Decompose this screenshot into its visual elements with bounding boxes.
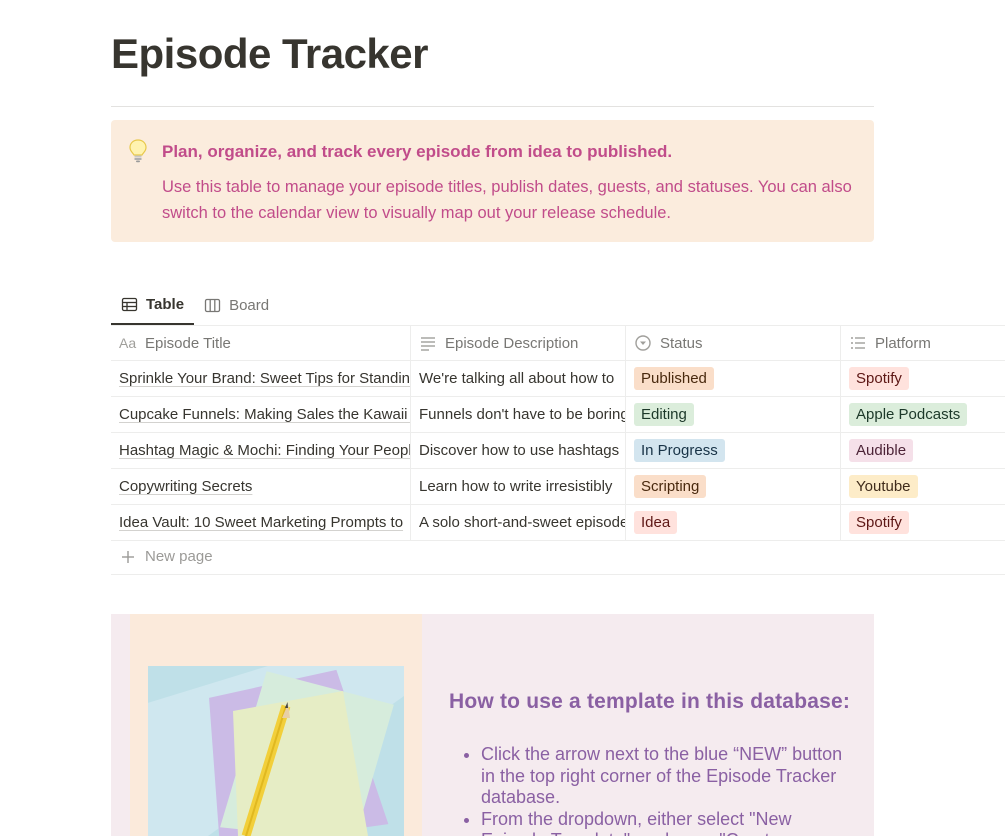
status-tag: Scripting xyxy=(634,475,707,498)
platform-tag: Spotify xyxy=(849,367,909,390)
episode-description-cell[interactable]: Funnels don't have to be boring xyxy=(411,397,626,432)
tab-board-label: Board xyxy=(229,296,270,314)
tab-table-label: Table xyxy=(146,295,185,313)
table-icon xyxy=(121,297,138,311)
episode-title[interactable]: Hashtag Magic & Mochi: Finding Your Peop… xyxy=(119,442,410,459)
episode-title[interactable]: Sprinkle Your Brand: Sweet Tips for Stan… xyxy=(119,370,410,387)
platform-cell[interactable]: Spotify xyxy=(841,361,1005,396)
title-divider xyxy=(111,106,874,107)
status-cell[interactable]: In Progress xyxy=(626,433,841,468)
new-page-label: New page xyxy=(145,548,213,565)
column-header-label: Episode Description xyxy=(445,334,579,352)
episode-title[interactable]: Idea Vault: 10 Sweet Marketing Prompts t… xyxy=(119,514,403,531)
status-tag: Editing xyxy=(634,403,694,426)
platform-cell[interactable]: Spotify xyxy=(841,505,1005,540)
status-tag: Idea xyxy=(634,511,678,534)
column-header-label: Episode Title xyxy=(145,334,231,352)
lightbulb-icon xyxy=(129,139,147,163)
table-row[interactable]: Sprinkle Your Brand: Sweet Tips for Stan… xyxy=(111,361,1005,397)
view-tabs: Table Board xyxy=(111,288,279,325)
episode-description: We're talking all about how to xyxy=(419,370,615,387)
platform-tag: Audible xyxy=(849,439,914,462)
howto-title: How to use a template in this database: xyxy=(449,690,851,713)
column-header-platform[interactable]: Platform xyxy=(841,326,1005,360)
status-tag: In Progress xyxy=(634,439,725,462)
column-header-label: Platform xyxy=(875,334,931,352)
status-cell[interactable]: Idea xyxy=(626,505,841,540)
episode-title-cell[interactable]: Idea Vault: 10 Sweet Marketing Prompts t… xyxy=(111,505,411,540)
status-cell[interactable]: Scripting xyxy=(626,469,841,504)
callout-block: Plan, organize, and track every episode … xyxy=(111,120,874,242)
list-icon xyxy=(851,337,865,349)
platform-cell[interactable]: Youtube xyxy=(841,469,1005,504)
status-cell[interactable]: Published xyxy=(626,361,841,396)
tab-table[interactable]: Table xyxy=(111,288,195,325)
plus-icon xyxy=(122,550,134,563)
howto-section: How to use a template in this database: … xyxy=(111,614,874,836)
callout-heading: Plan, organize, and track every episode … xyxy=(162,142,673,161)
title-property-icon: Aa xyxy=(119,335,137,351)
howto-list: Click the arrow next to the blue “NEW” b… xyxy=(481,744,851,836)
column-header-status[interactable]: Status xyxy=(626,326,841,360)
episode-description: A solo short-and-sweet episode xyxy=(419,514,626,531)
episode-title-cell[interactable]: Copywriting Secrets xyxy=(111,469,411,504)
table-header-row: Aa Episode Title Episode Description Sta… xyxy=(111,325,1005,361)
new-page-button[interactable]: New page xyxy=(111,539,1005,575)
episode-description: Discover how to use hashtags xyxy=(419,442,620,459)
column-header-label: Status xyxy=(660,334,703,352)
episode-description-cell[interactable]: Learn how to write irresistibly xyxy=(411,469,626,504)
status-tag: Published xyxy=(634,367,714,390)
callout-body: Use this table to manage your episode ti… xyxy=(162,178,852,222)
episode-title-cell[interactable]: Cupcake Funnels: Making Sales the Kawaii… xyxy=(111,397,411,432)
episode-title-cell[interactable]: Sprinkle Your Brand: Sweet Tips for Stan… xyxy=(111,361,411,396)
status-cell[interactable]: Editing xyxy=(626,397,841,432)
episode-description-cell[interactable]: Discover how to use hashtags xyxy=(411,433,626,468)
episode-description-cell[interactable]: We're talking all about how to xyxy=(411,361,626,396)
table-row[interactable]: Idea Vault: 10 Sweet Marketing Prompts t… xyxy=(111,505,1005,541)
platform-cell[interactable]: Audible xyxy=(841,433,1005,468)
howto-item: Click the arrow next to the blue “NEW” b… xyxy=(481,744,851,809)
page-title: Episode Tracker xyxy=(111,30,429,77)
stationery-photo xyxy=(148,666,404,836)
platform-tag: Youtube xyxy=(849,475,918,498)
episode-title[interactable]: Copywriting Secrets xyxy=(119,478,252,495)
pencil-notes-illustration xyxy=(148,666,404,836)
table-row[interactable]: Copywriting Secrets Learn how to write i… xyxy=(111,469,1005,505)
platform-cell[interactable]: Apple Podcasts xyxy=(841,397,1005,432)
status-icon xyxy=(635,335,651,351)
board-icon xyxy=(204,298,221,312)
episode-description-cell[interactable]: A solo short-and-sweet episode xyxy=(411,505,626,540)
episode-table: Aa Episode Title Episode Description Sta… xyxy=(111,325,1005,541)
episode-description: Learn how to write irresistibly xyxy=(419,478,613,495)
table-row[interactable]: Cupcake Funnels: Making Sales the Kawaii… xyxy=(111,397,1005,433)
platform-tag: Spotify xyxy=(849,511,909,534)
column-header-description[interactable]: Episode Description xyxy=(411,326,626,360)
howto-item: From the dropdown, either select "New Ep… xyxy=(481,809,851,836)
episode-title[interactable]: Cupcake Funnels: Making Sales the Kawaii… xyxy=(119,406,410,423)
column-header-title[interactable]: Aa Episode Title xyxy=(111,326,411,360)
episode-title-cell[interactable]: Hashtag Magic & Mochi: Finding Your Peop… xyxy=(111,433,411,468)
text-lines-icon xyxy=(421,337,435,351)
table-row[interactable]: Hashtag Magic & Mochi: Finding Your Peop… xyxy=(111,433,1005,469)
platform-tag: Apple Podcasts xyxy=(849,403,968,426)
tab-board[interactable]: Board xyxy=(194,288,279,322)
episode-description: Funnels don't have to be boring xyxy=(419,406,626,423)
